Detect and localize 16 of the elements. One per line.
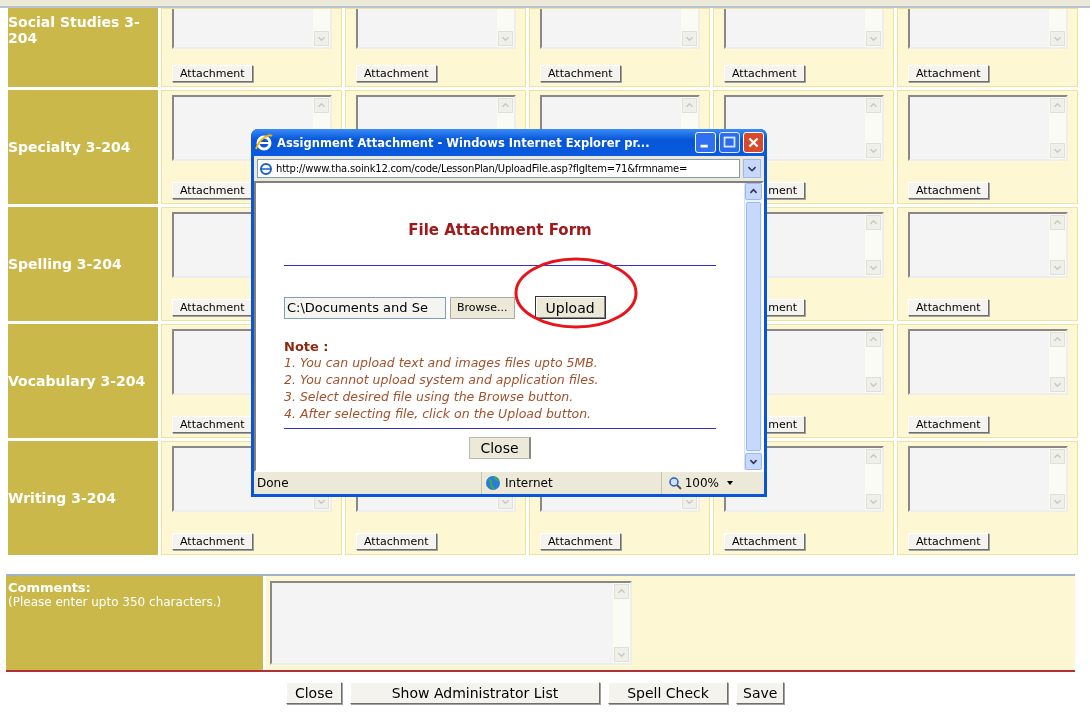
note-heading: Note :: [284, 339, 330, 354]
window-title: Assignment Attachment - Windows Internet Explorer pr...: [277, 135, 651, 150]
comments-label: Comments:: [8, 580, 92, 595]
form-title: File Attachment Form: [407, 221, 593, 239]
comments-hint: (Please enter upto 350 characters.): [8, 595, 223, 609]
status-text: Done: [254, 472, 482, 494]
note-line: 1. You can upload text and images files upto 5MB.: [284, 354, 599, 371]
subject-label: Spelling 3-204: [8, 207, 158, 321]
subject-label: Social Studies 3-204: [8, 8, 158, 87]
subject-label: Writing 3-204: [8, 441, 158, 555]
subject-label: Vocabulary 3-204: [8, 324, 158, 438]
note-line: 4. After selecting file, click on the Upload button.: [284, 405, 593, 422]
note-line: 2. You cannot upload system and application files.: [284, 371, 600, 388]
note-line: 3. Select desired file using the Browse button.: [284, 388, 575, 405]
zone-label: Internet: [505, 476, 553, 490]
subject-label: Specialty 3-204: [8, 90, 158, 204]
